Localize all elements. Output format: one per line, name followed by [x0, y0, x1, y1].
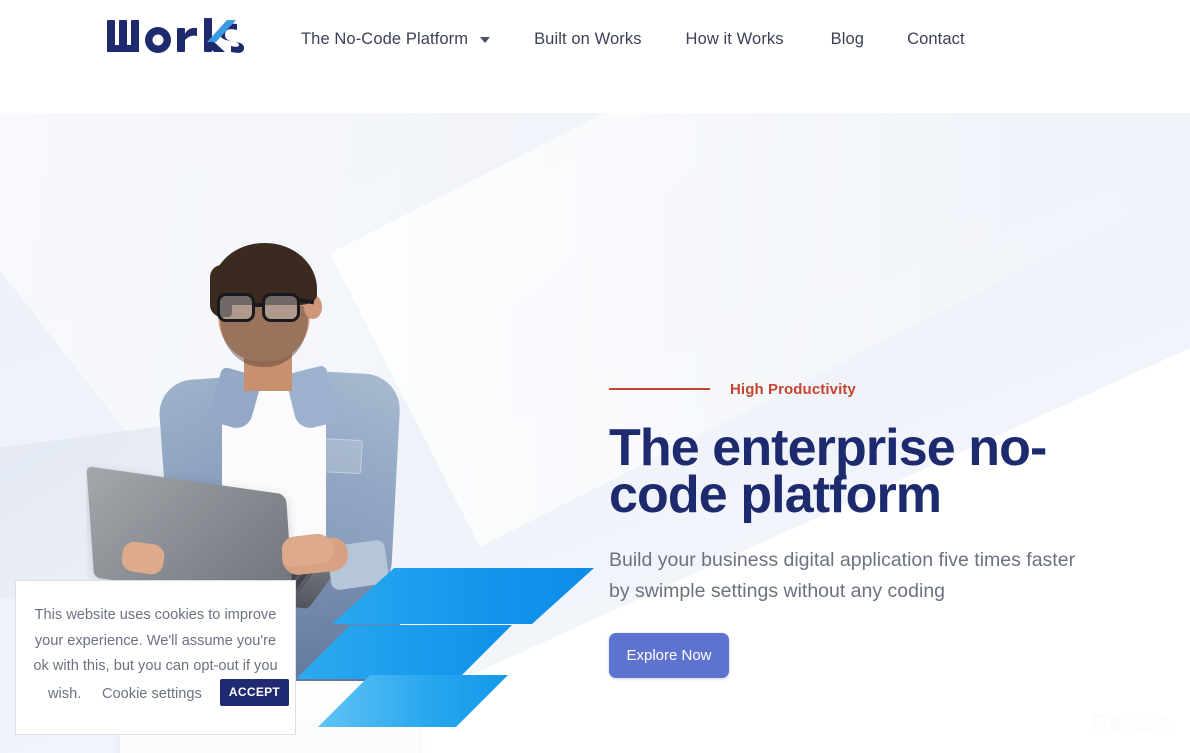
nav-item-how-it-works[interactable]: How it Works [686, 30, 784, 49]
brand-logo[interactable] [107, 14, 257, 60]
nav-item-blog[interactable]: Blog [831, 30, 864, 49]
nav-item-the-no-code-platform[interactable]: The No-Code Platform [301, 30, 468, 49]
hero-copy: High Productivity The enterprise no-code… [609, 378, 1129, 678]
explore-now-button[interactable]: Explore Now [609, 633, 729, 678]
jacket-pocket [317, 437, 363, 475]
glasses-left-lens [217, 293, 255, 322]
cookie-actions: wish. Cookie settings ACCEPT [30, 678, 289, 722]
nav-item-built-on-works[interactable]: Built on Works [534, 30, 641, 49]
page-title: The enterprise no-code platform [609, 419, 1047, 524]
cookie-message-tail: wish. [48, 685, 82, 702]
glasses-bridge [254, 303, 265, 307]
eyebrow-rule [609, 388, 710, 390]
eyebrow-label: High Productivity [730, 380, 856, 398]
hero-eyebrow: High Productivity [609, 378, 1129, 400]
primary-nav: The No-Code Platform Built on Works How … [301, 30, 965, 49]
glasses-right-lens [262, 293, 300, 322]
nav-item-contact[interactable]: Contact [907, 30, 965, 49]
cookie-consent-banner: This website uses cookies to improve you… [15, 580, 296, 735]
hero-subtitle: Build your business digital application … [609, 549, 1076, 602]
cookie-settings-link[interactable]: Cookie settings [102, 682, 202, 708]
site-header: The No-Code Platform Built on Works How … [0, 0, 1190, 113]
page-root: The No-Code Platform Built on Works How … [0, 0, 1190, 753]
cookie-accept-button[interactable]: ACCEPT [220, 678, 289, 706]
works-logo-icon [107, 18, 244, 53]
chevron-down-icon[interactable] [480, 36, 491, 43]
cookie-message: This website uses cookies to improve you… [33, 607, 278, 674]
